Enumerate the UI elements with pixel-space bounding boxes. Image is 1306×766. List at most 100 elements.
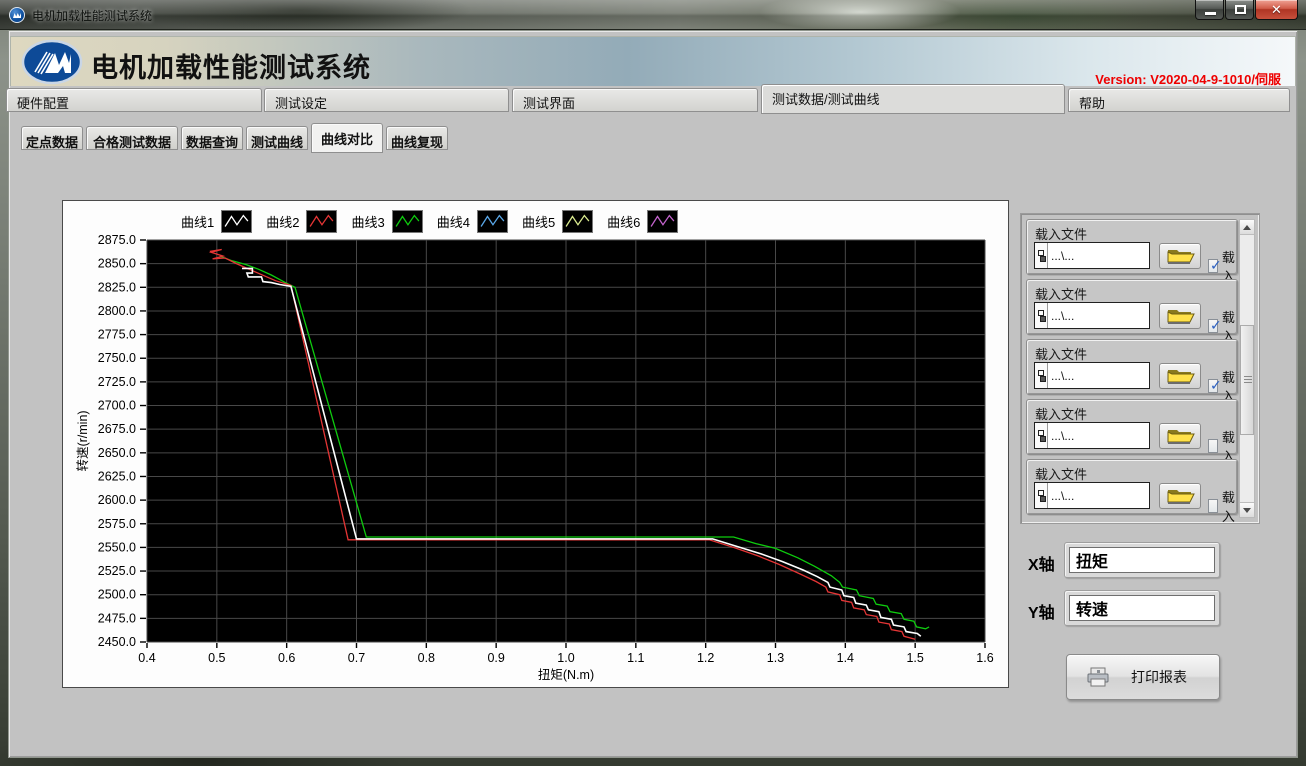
svg-text:1.2: 1.2 xyxy=(697,651,714,665)
file-path-control[interactable] xyxy=(1034,482,1150,509)
scroll-down-button[interactable] xyxy=(1240,502,1254,517)
load-file-title: 载入文件 xyxy=(1035,464,1087,483)
load-file-title: 载入文件 xyxy=(1035,404,1087,423)
load-file-title: 载入文件 xyxy=(1035,344,1087,363)
svg-text:0.8: 0.8 xyxy=(418,651,435,665)
svg-text:2475.0: 2475.0 xyxy=(98,611,136,625)
load-checkbox[interactable] xyxy=(1208,379,1218,393)
svg-text:1.5: 1.5 xyxy=(906,651,923,665)
svg-text:2575.0: 2575.0 xyxy=(98,517,136,531)
arrow-down-icon xyxy=(1243,508,1251,513)
title-bar[interactable]: 电机加载性能测试系统 ✕ xyxy=(0,0,1306,30)
browse-button[interactable] xyxy=(1159,363,1201,389)
svg-text:0.6: 0.6 xyxy=(278,651,295,665)
subtab-test-curve[interactable]: 测试曲线 xyxy=(246,126,308,150)
load-checkbox-label: 载入 xyxy=(1222,487,1239,525)
file-path-control[interactable] xyxy=(1034,242,1150,269)
tab-help[interactable]: 帮助 xyxy=(1068,88,1290,112)
arrow-up-icon xyxy=(1243,225,1251,230)
svg-text:0.7: 0.7 xyxy=(348,651,365,665)
tab-test-data-curves[interactable]: 测试数据/测试曲线 xyxy=(761,84,1065,114)
svg-text:1.0: 1.0 xyxy=(557,651,574,665)
file-panel-scrollbar[interactable] xyxy=(1239,219,1255,518)
file-path-input[interactable] xyxy=(1048,429,1144,443)
scrollbar-thumb[interactable] xyxy=(1240,325,1254,435)
file-path-control[interactable] xyxy=(1034,302,1150,329)
tab-test-interface[interactable]: 测试界面 xyxy=(512,88,758,112)
svg-text:2825.0: 2825.0 xyxy=(98,280,136,294)
company-logo-icon xyxy=(21,39,83,85)
xy-plot[interactable]: 0.40.50.60.70.80.91.01.11.21.31.41.51.62… xyxy=(63,201,1008,687)
x-axis-field-label: X轴 xyxy=(1028,551,1055,575)
svg-text:2750.0: 2750.0 xyxy=(98,351,136,365)
svg-text:转速(r/min): 转速(r/min) xyxy=(75,410,90,471)
svg-text:2625.0: 2625.0 xyxy=(98,469,136,483)
maximize-button[interactable] xyxy=(1225,0,1254,20)
load-checkbox[interactable] xyxy=(1208,259,1218,273)
load-file-title: 载入文件 xyxy=(1035,224,1087,243)
close-button[interactable]: ✕ xyxy=(1255,0,1298,20)
subtab-data-query[interactable]: 数据查询 xyxy=(181,126,243,150)
minimize-button[interactable] xyxy=(1195,0,1224,20)
svg-text:2675.0: 2675.0 xyxy=(98,422,136,436)
y-axis-name-input[interactable] xyxy=(1069,595,1215,621)
load-file-group: 载入文件 载入 xyxy=(1026,219,1238,275)
page-title: 电机加载性能测试系统 xyxy=(91,46,371,85)
path-type-icon xyxy=(1035,243,1048,268)
svg-text:2725.0: 2725.0 xyxy=(98,375,136,389)
x-axis-name-input[interactable] xyxy=(1069,547,1215,573)
svg-text:2700.0: 2700.0 xyxy=(98,399,136,413)
svg-text:2850.0: 2850.0 xyxy=(98,257,136,271)
path-type-icon xyxy=(1035,483,1048,508)
subtab-qualified-test-data[interactable]: 合格测试数据 xyxy=(86,126,178,150)
folder-open-icon xyxy=(1160,364,1200,388)
file-load-panel: 载入文件 载入 载入文件 载入 载入文件 载入 载入文件 载入 载入文件 xyxy=(1020,213,1260,524)
svg-text:扭矩(N.m): 扭矩(N.m) xyxy=(538,668,594,682)
tab-test-settings[interactable]: 测试设定 xyxy=(264,88,509,112)
file-path-input[interactable] xyxy=(1048,489,1144,503)
svg-text:0.4: 0.4 xyxy=(138,651,155,665)
subtab-curve-compare[interactable]: 曲线对比 xyxy=(311,123,383,153)
svg-text:2600.0: 2600.0 xyxy=(98,493,136,507)
file-path-control[interactable] xyxy=(1034,362,1150,389)
folder-open-icon xyxy=(1160,244,1200,268)
thumb-grip-icon xyxy=(1244,376,1252,377)
file-path-input[interactable] xyxy=(1048,249,1144,263)
file-path-input[interactable] xyxy=(1048,309,1144,323)
scroll-up-button[interactable] xyxy=(1240,220,1254,235)
close-icon: ✕ xyxy=(1271,4,1284,16)
minimize-icon xyxy=(1205,12,1216,15)
print-report-label: 打印报表 xyxy=(1111,667,1219,687)
y-axis-field-label: Y轴 xyxy=(1028,599,1055,623)
svg-text:1.3: 1.3 xyxy=(767,651,784,665)
maximize-icon xyxy=(1235,5,1246,14)
svg-text:2550.0: 2550.0 xyxy=(98,540,136,554)
folder-open-icon xyxy=(1160,424,1200,448)
subtab-curve-replay[interactable]: 曲线复现 xyxy=(386,126,448,150)
path-type-icon xyxy=(1035,363,1048,388)
version-text: Version: V2020-04-9-1010/伺服 xyxy=(1095,69,1281,88)
tab-hardware-config[interactable]: 硬件配置 xyxy=(6,88,262,112)
svg-text:2500.0: 2500.0 xyxy=(98,588,136,602)
load-file-group: 载入文件 载入 xyxy=(1026,459,1238,515)
browse-button[interactable] xyxy=(1159,303,1201,329)
application-window: 电机加载性能测试系统 ✕ 电机加载性能测试系统 Version: V2020-0… xyxy=(0,0,1306,766)
browse-button[interactable] xyxy=(1159,243,1201,269)
load-checkbox[interactable] xyxy=(1208,439,1218,453)
print-report-button[interactable]: 打印报表 xyxy=(1066,654,1220,700)
file-path-input[interactable] xyxy=(1048,369,1144,383)
path-type-icon xyxy=(1035,423,1048,448)
svg-text:2775.0: 2775.0 xyxy=(98,328,136,342)
svg-text:1.4: 1.4 xyxy=(837,651,854,665)
browse-button[interactable] xyxy=(1159,483,1201,509)
subtab-fixed-point-data[interactable]: 定点数据 xyxy=(21,126,83,150)
load-file-title: 载入文件 xyxy=(1035,284,1087,303)
folder-open-icon xyxy=(1160,304,1200,328)
file-path-control[interactable] xyxy=(1034,422,1150,449)
browse-button[interactable] xyxy=(1159,423,1201,449)
svg-text:1.1: 1.1 xyxy=(627,651,644,665)
load-checkbox[interactable] xyxy=(1208,499,1218,513)
svg-text:0.9: 0.9 xyxy=(487,651,504,665)
path-type-icon xyxy=(1035,303,1048,328)
load-checkbox[interactable] xyxy=(1208,319,1218,333)
